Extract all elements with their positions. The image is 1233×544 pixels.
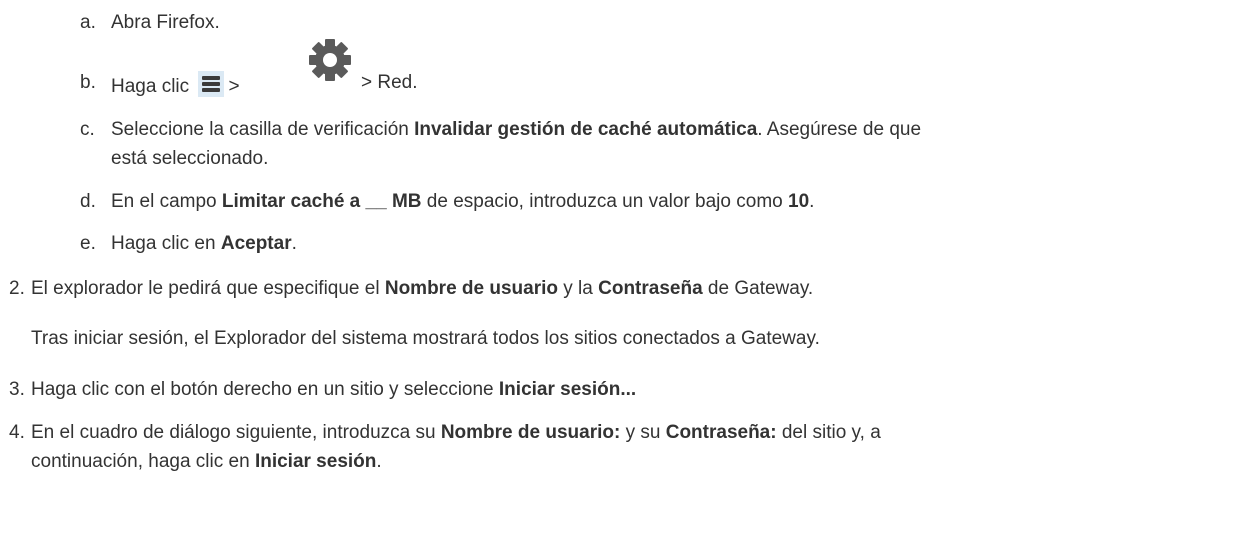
step-4-line2-pre: continuación, haga clic en [31, 451, 255, 472]
step-marker-c: c. [80, 119, 95, 140]
step-3-pre: Haga clic con el botón derecho en un sit… [31, 379, 499, 400]
step-a-text: Abra Firefox. [111, 12, 220, 33]
step-d-bold1: Limitar caché a __ MB [221, 191, 422, 212]
step-e-line: Haga clic en Aceptar. [111, 232, 297, 256]
step-c-pre: Seleccione la casilla de verificación [111, 119, 415, 140]
gear-icon [308, 38, 352, 88]
step-e-pre: Haga clic en [111, 233, 221, 254]
step-marker-3: 3. [9, 379, 25, 400]
step-marker-e: e. [80, 233, 96, 254]
step-b-sep: > [228, 76, 240, 97]
step-d-post: . [809, 191, 815, 212]
step-2-line: El explorador le pedirá que especifique … [31, 277, 813, 301]
step-b-pre: Haga clic [111, 76, 190, 97]
step-4-line1: En el cuadro de diálogo siguiente, intro… [31, 421, 881, 445]
step-c-bold: Invalidar gestión de caché automática [414, 119, 758, 140]
step-marker-2: 2. [9, 278, 25, 299]
step-2-post: de Gateway. [702, 278, 814, 299]
step-marker-d: d. [80, 191, 96, 212]
step-2-bold2: Contraseña [598, 278, 703, 299]
step-4-line2-post: . [376, 451, 382, 472]
step-2-paragraph: Tras iniciar sesión, el Explorador del s… [31, 328, 820, 349]
step-4-bold2: Contraseña: [665, 422, 777, 443]
step-d-line: En el campo Limitar caché a __ MB de esp… [111, 190, 814, 214]
step-d-mid: de espacio, introduzca un valor bajo com… [421, 191, 788, 212]
step-d-bold2: 10 [788, 191, 810, 212]
step-4-bold1: Nombre de usuario: [440, 422, 621, 443]
step-marker-4: 4. [9, 422, 25, 443]
step-4-pre: En el cuadro de diálogo siguiente, intro… [31, 422, 441, 443]
step-marker-a: a. [80, 12, 96, 33]
step-2-bold1: Nombre de usuario [384, 278, 558, 299]
step-b-post: > Red. [361, 72, 418, 93]
step-c-line2: está seleccionado. [111, 148, 269, 169]
step-4-line2: continuación, haga clic en Iniciar sesió… [31, 450, 382, 474]
step-marker-b: b. [80, 72, 96, 93]
step-d-pre: En el campo [111, 191, 222, 212]
step-c-line1: Seleccione la casilla de verificación In… [111, 118, 921, 142]
step-4-line2-bold: Iniciar sesión [254, 451, 377, 472]
step-2-pre: El explorador le pedirá que especifique … [31, 278, 385, 299]
step-b-line: Haga clic > [111, 71, 240, 99]
step-c-post: . Asegúrese de que [757, 119, 922, 140]
step-3-bold: Iniciar sesión... [498, 379, 637, 400]
step-2-mid: y la [558, 278, 599, 299]
hamburger-menu-icon [198, 71, 225, 97]
step-e-bold: Aceptar [220, 233, 292, 254]
step-4-mid: y su [620, 422, 666, 443]
step-e-post: . [291, 233, 297, 254]
step-4-post: del sitio y, a [776, 422, 881, 443]
step-3-line: Haga clic con el botón derecho en un sit… [31, 378, 636, 402]
